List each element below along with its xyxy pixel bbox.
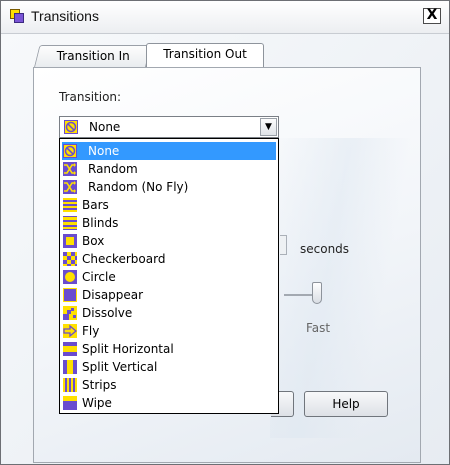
list-item-blinds[interactable]: Blinds [60, 214, 278, 232]
wipe-icon [63, 396, 77, 410]
tab-transition-out[interactable]: Transition Out [146, 43, 264, 67]
tab-label: Transition In [56, 49, 130, 63]
list-item-label: Circle [82, 270, 116, 284]
tab-label: Transition Out [163, 47, 247, 61]
box-icon [63, 234, 77, 248]
list-item-label: Split Horizontal [82, 342, 174, 356]
list-item-dissolve[interactable]: Dissolve [60, 304, 278, 322]
list-item-box[interactable]: Box [60, 232, 278, 250]
list-item-fly[interactable]: Fly [60, 322, 278, 340]
list-item-disappear[interactable]: Disappear [60, 286, 278, 304]
list-item-label: Random (No Fly) [88, 180, 189, 194]
tab-strip: Transition In Transition Out [34, 43, 434, 67]
transitions-dialog: Transitions X Transition In Transition O… [0, 0, 450, 465]
list-item-random-no-fly[interactable]: Random (No Fly) [60, 178, 278, 196]
list-item-none[interactable]: None [62, 142, 276, 160]
list-item-label: Wipe [82, 396, 112, 410]
list-item-checkerboard[interactable]: Checkerboard [60, 250, 278, 268]
shuffle-icon [63, 162, 77, 176]
list-item-circle[interactable]: Circle [60, 268, 278, 286]
duration-spinner-edge[interactable] [280, 235, 287, 255]
speed-fast-label: Fast [306, 321, 331, 335]
shuffle-icon [63, 180, 77, 194]
close-button[interactable]: X [423, 8, 441, 24]
list-item-label: Checkerboard [82, 252, 166, 266]
transition-label: Transition: [59, 90, 122, 104]
list-item-label: Dissolve [82, 306, 133, 320]
list-item-label: Random [88, 162, 138, 176]
speed-slider-thumb[interactable] [312, 282, 322, 304]
title-bar[interactable]: Transitions X [1, 1, 449, 34]
window-title: Transitions [31, 8, 99, 24]
bars-icon [63, 198, 77, 212]
list-item-label: Strips [82, 378, 117, 392]
list-item-label: Blinds [82, 216, 119, 230]
transition-dropdown-list[interactable]: None Random Random (No Fly) Bars Blinds … [59, 138, 279, 414]
chevron-down-icon: ▼ [265, 122, 272, 132]
speed-slider-track[interactable] [284, 294, 314, 296]
list-item-label: None [88, 144, 120, 158]
tab-transition-in[interactable]: Transition In [34, 45, 152, 67]
strips-icon [63, 378, 77, 392]
help-button[interactable]: Help [304, 391, 388, 417]
split-vertical-icon [63, 360, 77, 374]
selected-transition-value: None [89, 120, 121, 134]
list-item-label: Disappear [82, 288, 144, 302]
checkerboard-icon [63, 252, 77, 266]
dropdown-arrow-button[interactable]: ▼ [260, 118, 277, 136]
dissolve-icon [63, 306, 77, 320]
disappear-icon [63, 288, 77, 302]
list-item-strips[interactable]: Strips [60, 376, 278, 394]
list-item-random[interactable]: Random [60, 160, 278, 178]
none-icon [64, 120, 78, 134]
none-icon [63, 144, 77, 158]
list-item-split-horizontal[interactable]: Split Horizontal [60, 340, 278, 358]
circle-icon [63, 270, 77, 284]
list-item-label: Fly [82, 324, 100, 338]
list-item-wipe[interactable]: Wipe [60, 394, 278, 412]
fly-arrow-icon [63, 324, 77, 338]
split-horizontal-icon [63, 342, 77, 356]
list-item-label: Bars [82, 198, 109, 212]
duration-unit-label: seconds [300, 242, 350, 256]
list-item-bars[interactable]: Bars [60, 196, 278, 214]
transition-select[interactable]: None ▼ [59, 116, 279, 138]
list-item-label: Split Vertical [82, 360, 158, 374]
app-icon [10, 9, 24, 23]
list-item-label: Box [82, 234, 105, 248]
list-item-split-vertical[interactable]: Split Vertical [60, 358, 278, 376]
blinds-icon [63, 216, 77, 230]
